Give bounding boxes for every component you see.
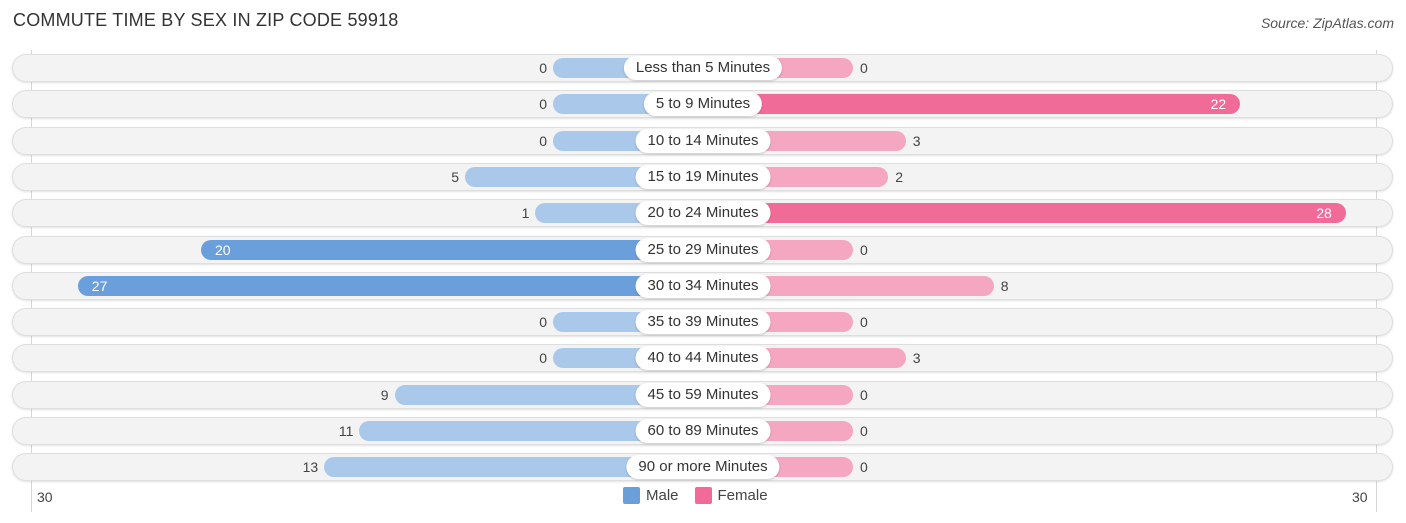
bar-female[interactable]	[703, 203, 1346, 224]
value-label-female: 0	[860, 241, 868, 258]
value-label-male: 0	[539, 314, 547, 331]
axis-label-left: 30	[37, 489, 53, 505]
legend: Male Female	[623, 487, 778, 504]
source-label: Source: ZipAtlas.com	[1260, 15, 1394, 31]
category-label: 20 to 24 Minutes	[635, 201, 771, 226]
bar-male[interactable]	[201, 239, 703, 260]
value-label-male: 1	[521, 205, 530, 222]
value-label-male: 5	[451, 168, 459, 185]
bar-female[interactable]	[703, 94, 1241, 115]
bar-male[interactable]	[77, 275, 703, 296]
value-label-female: 0	[860, 314, 868, 331]
value-label-female: 8	[1000, 277, 1009, 294]
category-label: 10 to 14 Minutes	[635, 128, 771, 153]
value-label-female: 0	[860, 423, 868, 439]
value-label-female: 0	[860, 459, 868, 476]
value-label-male: 20	[215, 241, 231, 258]
value-label-male: 9	[380, 386, 389, 403]
category-label: Less than 5 Minutes	[623, 56, 783, 80]
value-label-male: 13	[302, 459, 319, 476]
value-label-male: 0	[539, 350, 547, 367]
value-label-female: 28	[1316, 205, 1332, 222]
legend-label-female: Female	[717, 487, 768, 504]
value-label-male: 0	[539, 132, 547, 149]
category-label: 25 to 29 Minutes	[635, 237, 771, 262]
legend-label-male: Male	[646, 487, 679, 504]
chart-title: COMMUTE TIME BY SEX IN ZIP CODE 59918	[13, 10, 399, 30]
value-label-female: 2	[895, 168, 903, 185]
value-label-female: 3	[912, 350, 921, 367]
legend-swatch-male	[623, 487, 640, 504]
category-label: 15 to 19 Minutes	[635, 164, 771, 189]
category-label: 90 or more Minutes	[626, 455, 780, 480]
legend-item-female[interactable]: Female	[694, 487, 768, 504]
value-label-female: 0	[860, 60, 868, 76]
axis-label-right: 30	[1352, 489, 1368, 505]
category-label: 40 to 44 Minutes	[635, 346, 771, 371]
category-label: 5 to 9 Minutes	[643, 92, 763, 117]
value-label-female: 0	[860, 386, 868, 403]
value-label-male: 0	[539, 96, 547, 113]
value-label-female: 3	[912, 132, 921, 149]
category-label: 30 to 34 Minutes	[635, 273, 771, 298]
category-label: 60 to 89 Minutes	[635, 419, 771, 443]
value-label-male: 11	[338, 423, 354, 439]
value-label-female: 22	[1210, 96, 1227, 113]
value-label-male: 0	[539, 60, 547, 76]
category-label: 35 to 39 Minutes	[635, 310, 771, 335]
value-label-male: 27	[91, 277, 108, 294]
legend-item-male[interactable]: Male	[623, 487, 679, 504]
legend-swatch-female	[694, 487, 712, 504]
category-label: 45 to 59 Minutes	[635, 382, 771, 407]
